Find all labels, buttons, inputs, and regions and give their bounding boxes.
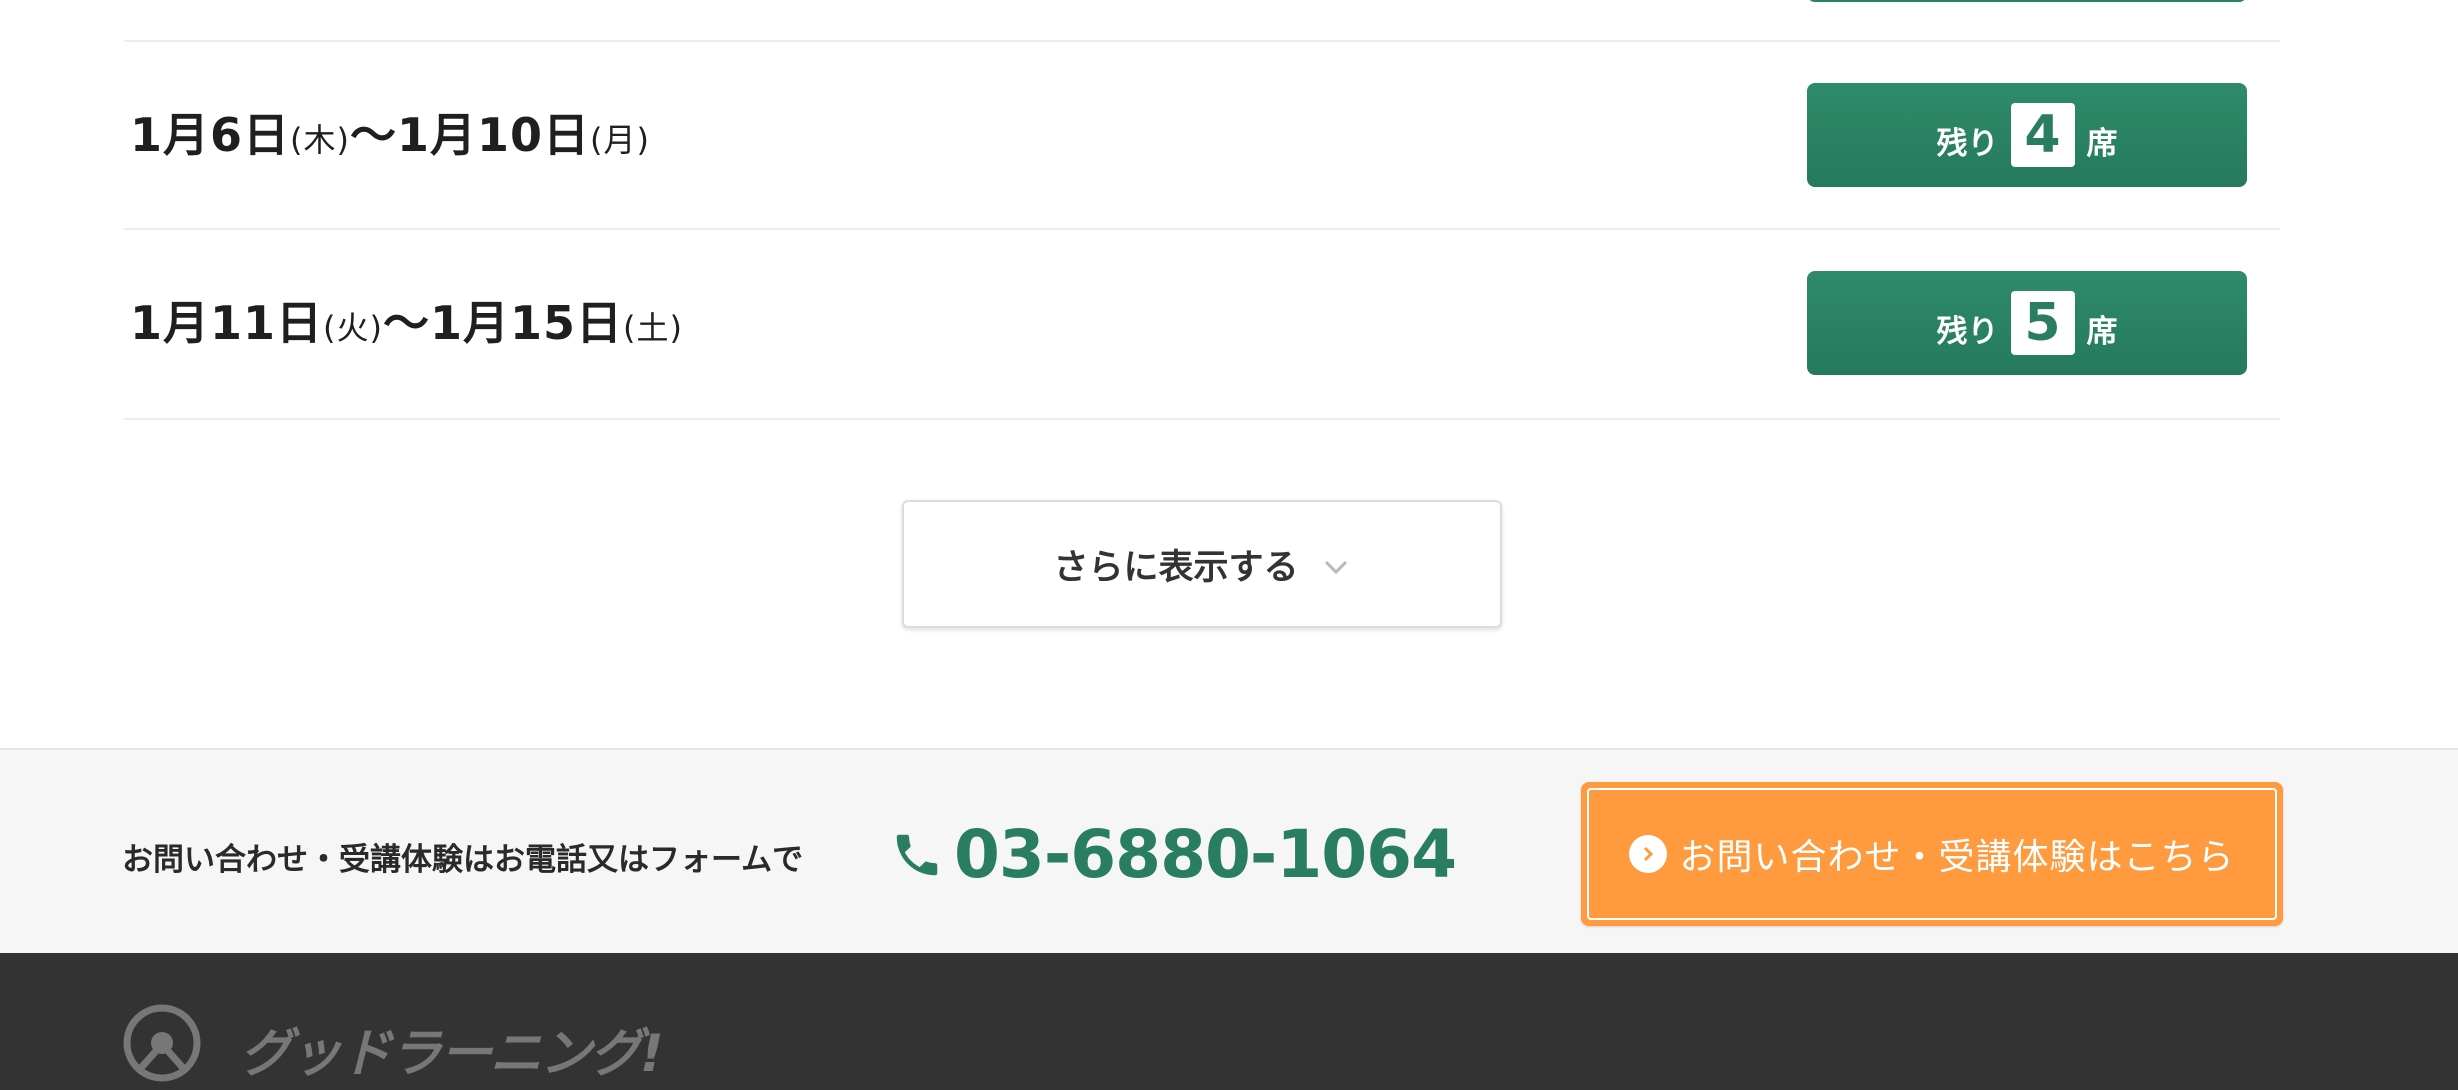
session-dates: 1月11日(火)〜1月15日(土) (130, 287, 683, 353)
end-weekday: (月) (590, 121, 651, 159)
seats-remaining-button[interactable]: 残り 4 席 (1807, 83, 2247, 187)
contact-text: お問い合わせ・受講体験はお電話又はフォームで (122, 842, 804, 878)
start-weekday: (木) (290, 121, 350, 159)
logo-icon[interactable] (122, 1003, 202, 1083)
arrow-right-circle-icon (1629, 835, 1668, 873)
logo-text: グッドラーニング! (240, 1024, 664, 1084)
contact-form-button-inner: お問い合わせ・受講体験はこちら (1587, 788, 2277, 920)
phone-icon (896, 834, 938, 875)
end-weekday: (土) (623, 309, 684, 347)
contact-form-label: お問い合わせ・受講体験はこちら (1679, 837, 2235, 878)
date-separator: 〜 (383, 296, 431, 350)
previous-seat-button[interactable] (1807, 0, 2247, 2)
seats-suffix: 席 (2086, 125, 2118, 162)
phone-link[interactable]: 03-6880-1064 (890, 816, 1457, 893)
session-row: 1月6日(木)〜1月10日(月) 残り 4 席 (124, 42, 2280, 222)
row-divider (124, 418, 2280, 420)
seats-remaining-button[interactable]: 残り 5 席 (1807, 271, 2247, 375)
phone-number: 03-6880-1064 (954, 816, 1457, 893)
contact-band: お問い合わせ・受講体験はお電話又はフォームで 03-6880-1064 お問い合… (0, 748, 2458, 953)
seats-count: 5 (2010, 291, 2075, 355)
session-row: 1月11日(火)〜1月15日(土) 残り 5 席 (124, 230, 2280, 410)
start-date: 1月11日 (130, 296, 324, 350)
show-more-label: さらに表示する (1053, 547, 1299, 588)
seats-suffix: 席 (2086, 313, 2118, 350)
end-date: 1月15日 (430, 296, 624, 350)
date-separator: 〜 (350, 108, 397, 162)
contact-form-button[interactable]: お問い合わせ・受講体験はこちら (1581, 782, 2283, 926)
show-more-button[interactable]: さらに表示する (902, 500, 1502, 628)
seats-prefix: 残り (1936, 313, 1999, 350)
end-date: 1月10日 (397, 108, 591, 162)
start-date: 1月6日 (130, 108, 291, 162)
site-footer: グッドラーニング! (0, 953, 2458, 1090)
seats-count: 4 (2010, 103, 2075, 167)
session-dates: 1月6日(木)〜1月10日(月) (130, 99, 650, 165)
seats-prefix: 残り (1936, 125, 1999, 162)
start-weekday: (火) (323, 309, 384, 347)
chevron-down-icon (1324, 560, 1347, 575)
